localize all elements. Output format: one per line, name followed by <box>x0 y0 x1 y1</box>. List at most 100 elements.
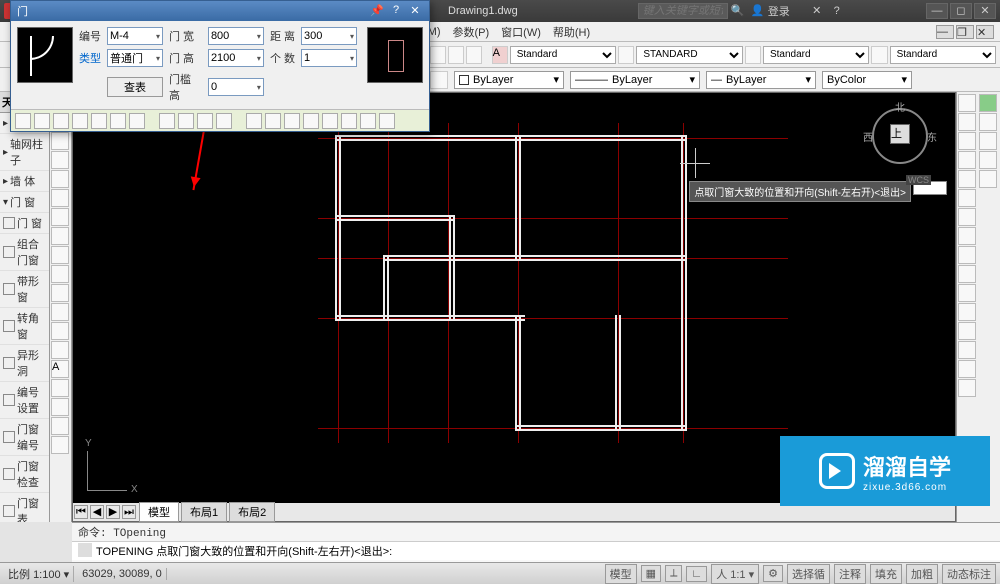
minimize-button[interactable]: — <box>926 3 948 19</box>
status-btn[interactable]: ▦ <box>641 565 661 582</box>
status-btn[interactable]: 选择循 <box>787 564 830 584</box>
status-anno[interactable]: 人 1:1 ▾ <box>711 564 759 584</box>
tool-copy[interactable] <box>958 113 976 131</box>
insert-mode-icon[interactable] <box>53 113 69 129</box>
lookup-button[interactable]: 查表 <box>107 77 163 97</box>
search-icon[interactable]: 🔍 <box>731 4 745 18</box>
panel-item[interactable]: ▸ 墙 体 <box>0 171 49 192</box>
tool-revcloud[interactable] <box>51 436 69 454</box>
status-btn[interactable]: ∟ <box>686 566 707 582</box>
tab-model[interactable]: 模型 <box>139 502 179 522</box>
tool-dim[interactable] <box>51 379 69 397</box>
viewcube-top[interactable]: 上 <box>890 124 910 144</box>
color-btn[interactable] <box>430 71 448 89</box>
tab-nav-last[interactable]: ⏭ <box>122 505 136 519</box>
tab-layout2[interactable]: 布局2 <box>229 502 275 522</box>
linetype-select[interactable]: ———ByLayer▾ <box>570 71 700 89</box>
tool-circle[interactable] <box>51 132 69 150</box>
scale-label[interactable]: 比例 1:100 ▾ <box>4 566 74 582</box>
nav-showmotion[interactable] <box>979 170 997 188</box>
panel-item[interactable]: 转角窗 <box>0 308 49 345</box>
door-type-icon[interactable] <box>341 113 357 129</box>
tool-leader[interactable] <box>51 398 69 416</box>
help-search-input[interactable] <box>638 3 728 19</box>
tab-nav-next[interactable]: ▶ <box>106 505 120 519</box>
tool-fillet[interactable] <box>958 360 976 378</box>
door-3d-preview[interactable] <box>367 27 423 83</box>
panel-item[interactable]: 异形洞 <box>0 345 49 382</box>
color-select[interactable]: ByLayer▾ <box>454 71 564 89</box>
num-input[interactable]: M-4▾ <box>107 27 163 45</box>
doc-close-button[interactable]: ✕ <box>976 25 994 39</box>
tool-trim[interactable] <box>958 265 976 283</box>
tool-chamfer[interactable] <box>958 341 976 359</box>
tool-block[interactable] <box>51 322 69 340</box>
status-btn[interactable]: ⟂ <box>665 565 682 582</box>
door-2d-preview[interactable] <box>17 27 73 83</box>
tool-rotate[interactable] <box>958 208 976 226</box>
door-type-icon[interactable] <box>197 113 213 129</box>
tool-join[interactable] <box>958 322 976 340</box>
panel-item[interactable]: 编号设置 <box>0 382 49 419</box>
door-type-icon[interactable] <box>178 113 194 129</box>
panel-item[interactable]: 门窗表 <box>0 493 49 522</box>
tool-ellipse[interactable] <box>51 189 69 207</box>
close-button[interactable]: ✕ <box>974 3 996 19</box>
dist-input[interactable]: 300▾ <box>301 27 357 45</box>
lineweight-select[interactable]: —ByLayer▾ <box>706 71 816 89</box>
tool-arc[interactable] <box>51 151 69 169</box>
status-btn[interactable]: 动态标注 <box>942 564 996 584</box>
status-btn[interactable]: 填充 <box>870 564 902 584</box>
tool-stretch[interactable] <box>958 246 976 264</box>
tool-btn[interactable] <box>466 46 482 64</box>
tool-scale[interactable] <box>958 227 976 245</box>
menu-item[interactable]: 帮助(H) <box>549 22 594 42</box>
status-btn[interactable]: ⚙ <box>763 565 783 582</box>
wcs-label[interactable]: WCS <box>906 175 931 185</box>
width-input[interactable]: 800▾ <box>208 27 264 45</box>
dialog-close-icon[interactable]: ✕ <box>407 4 423 18</box>
door-type-icon[interactable] <box>246 113 262 129</box>
panel-item[interactable]: 门窗编号 <box>0 419 49 456</box>
textstyle-select[interactable]: Standard <box>510 46 617 64</box>
insert-mode-icon[interactable] <box>129 113 145 129</box>
tool-btn[interactable]: A <box>492 46 508 64</box>
tool-mtext[interactable] <box>51 303 69 321</box>
tool-offset[interactable] <box>958 151 976 169</box>
panel-item[interactable]: 带形窗 <box>0 271 49 308</box>
tool-array[interactable] <box>958 170 976 188</box>
tool-text[interactable]: A <box>51 360 69 378</box>
panel-item[interactable]: 组合门窗 <box>0 234 49 271</box>
tool-btn[interactable] <box>745 46 761 64</box>
help-icon[interactable]: ? <box>830 4 844 18</box>
tool-table[interactable] <box>51 284 69 302</box>
door-type-icon[interactable] <box>216 113 232 129</box>
dialog-titlebar[interactable]: 门 📌 ? ✕ <box>11 1 429 21</box>
insert-mode-icon[interactable] <box>110 113 126 129</box>
tool-insert[interactable] <box>51 341 69 359</box>
type-label[interactable]: 类型 <box>79 50 101 66</box>
door-type-icon[interactable] <box>322 113 338 129</box>
tab-nav-prev[interactable]: ◀ <box>90 505 104 519</box>
tool-point[interactable] <box>51 227 69 245</box>
tool-btn[interactable] <box>618 46 634 64</box>
doc-minimize-button[interactable]: — <box>936 25 954 39</box>
plotstyle-select[interactable]: ByColor▾ <box>822 71 912 89</box>
tool-break[interactable] <box>958 303 976 321</box>
view-cube[interactable]: 上 北 东 西 WCS <box>865 101 935 171</box>
status-btn[interactable]: 加粗 <box>906 564 938 584</box>
status-model[interactable]: 模型 <box>605 564 637 584</box>
tool-wipeout[interactable] <box>51 417 69 435</box>
height-input[interactable]: 2100▾ <box>208 49 264 67</box>
nav-orbit[interactable] <box>979 151 997 169</box>
tool-btn[interactable] <box>871 46 887 64</box>
dimstyle-select[interactable]: STANDARD <box>636 46 743 64</box>
tablestyle-select[interactable]: Standard <box>763 46 870 64</box>
tool-region[interactable] <box>51 265 69 283</box>
tool-btn[interactable] <box>430 46 446 64</box>
nav-zoom[interactable] <box>979 132 997 150</box>
doc-restore-button[interactable]: ❐ <box>956 25 974 39</box>
insert-mode-icon[interactable] <box>91 113 107 129</box>
command-input-row[interactable]: TOPENING 点取门窗大致的位置和开向(Shift-左右开)<退出>: <box>72 541 1000 560</box>
dialog-help-icon[interactable]: ? <box>388 4 404 18</box>
